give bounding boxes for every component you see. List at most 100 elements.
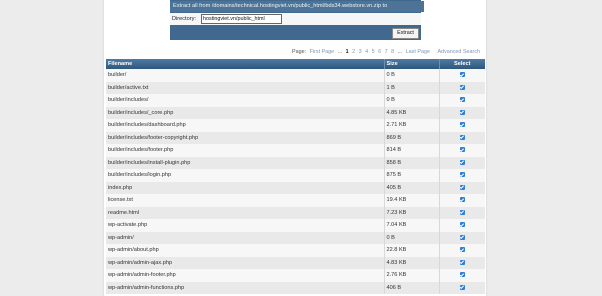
select-cell [439,169,485,182]
table-row[interactable]: builder/includes/login.php 875 B [106,169,485,182]
size-cell: 405 B [384,181,440,194]
select-checkbox[interactable] [459,222,465,228]
select-checkbox[interactable] [459,209,465,215]
select-checkbox[interactable] [459,147,465,153]
size-cell: 2.76 KB [384,269,440,282]
pagination-ellipsis-end: ... [397,49,403,55]
table-row[interactable]: wp-admin/admin-ajax.php 4.83 KB [106,256,485,269]
size-cell: 0 B [384,94,440,107]
size-cell: 875 B [384,169,440,182]
table-row[interactable]: wp-admin/admin-functions.php 406 B [106,281,485,294]
column-header-select[interactable]: Select [439,59,485,69]
select-checkbox[interactable] [459,272,465,278]
page-link-7[interactable]: 7 [385,49,388,55]
table-row[interactable]: wp-admin/about.php 22.8 KB [106,244,485,257]
page-link-8[interactable]: 8 [391,49,394,55]
page-link-6[interactable]: 6 [378,49,381,55]
select-cell [439,69,485,82]
table-row[interactable]: builder/includes/install-plugin.php 858 B [106,156,485,169]
select-checkbox[interactable] [459,122,465,128]
table-header-row: Filename Size Select [106,59,485,69]
select-checkbox[interactable] [459,134,465,140]
select-cell [439,194,485,207]
size-cell: 0 B [384,231,440,244]
size-cell: 22.8 KB [384,244,440,257]
column-header-size[interactable]: Size [384,59,440,69]
filename-cell: wp-admin/admin-footer.php [106,269,385,282]
table-row[interactable]: builder/0 B [106,69,485,82]
extract-button[interactable]: Extract [392,28,419,39]
size-cell: 1 B [384,81,440,94]
select-checkbox[interactable] [459,234,465,240]
select-cell [439,181,485,194]
table-row[interactable]: builder/active.txt 1 B [106,81,485,94]
page-link-2[interactable]: 2 [352,49,355,55]
size-cell: 858 B [384,156,440,169]
size-cell: 4.83 KB [384,256,440,269]
pagination-ellipsis-start: ... [337,49,343,55]
select-checkbox[interactable] [459,172,465,178]
select-checkbox[interactable] [459,259,465,265]
table-row[interactable]: license.txt 19.4 KB [106,194,485,207]
filename-cell: builder/includes/_core.php [106,106,385,119]
size-cell: 0 B [384,69,440,82]
column-header-filename[interactable]: Filename [106,59,385,69]
select-checkbox[interactable] [459,184,465,190]
filename-cell: builder/includes/footer.php [106,144,385,157]
page-link-5[interactable]: 5 [372,49,375,55]
select-cell [439,119,485,132]
select-checkbox[interactable] [459,84,465,90]
filename-cell: builder/active.txt [106,81,385,94]
extract-header-text: Extract all from /domains/technical.host… [170,1,424,12]
size-cell: 869 B [384,131,440,144]
size-cell: 814 B [384,144,440,157]
select-cell [439,231,485,244]
filename-cell: wp-admin/admin-ajax.php [106,256,385,269]
select-cell [439,156,485,169]
select-cell [439,106,485,119]
size-cell: 7.23 KB [384,206,440,219]
filename-cell: license.txt [106,194,385,207]
table-row[interactable]: builder/includes/0 B [106,94,485,107]
filename-cell: builder/includes/dashboard.php [106,119,385,132]
directory-input[interactable]: hostingviet.vn/public_html [201,14,282,24]
select-checkbox[interactable] [459,97,465,103]
filename-cell: builder/includes/install-plugin.php [106,156,385,169]
filename-cell: readme.html [106,206,385,219]
table-row[interactable]: wp-admin/admin-footer.php 2.76 KB [106,269,485,282]
advanced-search-link[interactable]: Advanced Search [437,49,480,55]
select-checkbox[interactable] [459,247,465,253]
page-link-4[interactable]: 4 [365,49,368,55]
select-cell [439,269,485,282]
select-cell [439,206,485,219]
current-page: 1 [345,49,349,55]
filename-cell: index.php [106,181,385,194]
table-row[interactable]: builder/includes/dashboard.php 2.71 KB [106,119,485,132]
size-cell: 4.85 KB [384,106,440,119]
select-checkbox[interactable] [459,159,465,165]
page-link-3[interactable]: 3 [359,49,362,55]
select-cell [439,256,485,269]
directory-label: Directory: [172,16,196,22]
last-page-link[interactable]: Last Page [406,49,430,55]
first-page-link[interactable]: First Page [310,49,335,55]
table-row[interactable]: readme.html 7.23 KB [106,206,485,219]
directory-row: Directory: hostingviet.vn/public_html [170,13,421,25]
table-row[interactable]: builder/includes/footer-copyright.php 869… [106,131,485,144]
filename-cell: builder/includes/footer-copyright.php [106,131,385,144]
table-row[interactable]: wp-activate.php 7.04 KB [106,219,485,232]
table-row[interactable]: builder/includes/_core.php 4.85 KB [106,106,485,119]
size-cell: 2.71 KB [384,119,440,132]
select-checkbox[interactable] [459,72,465,78]
select-checkbox[interactable] [459,197,465,203]
select-cell [439,219,485,232]
select-checkbox[interactable] [459,284,465,290]
file-table: Filename Size Select builder/0 Bbuilder/… [106,59,485,294]
filename-cell: wp-admin/ [106,231,385,244]
filename-cell: builder/ [106,69,385,82]
table-row[interactable]: index.php 405 B [106,181,485,194]
table-row[interactable]: builder/includes/footer.php 814 B [106,144,485,157]
size-cell: 406 B [384,281,440,294]
select-checkbox[interactable] [459,109,465,115]
table-row[interactable]: wp-admin/0 B [106,231,485,244]
